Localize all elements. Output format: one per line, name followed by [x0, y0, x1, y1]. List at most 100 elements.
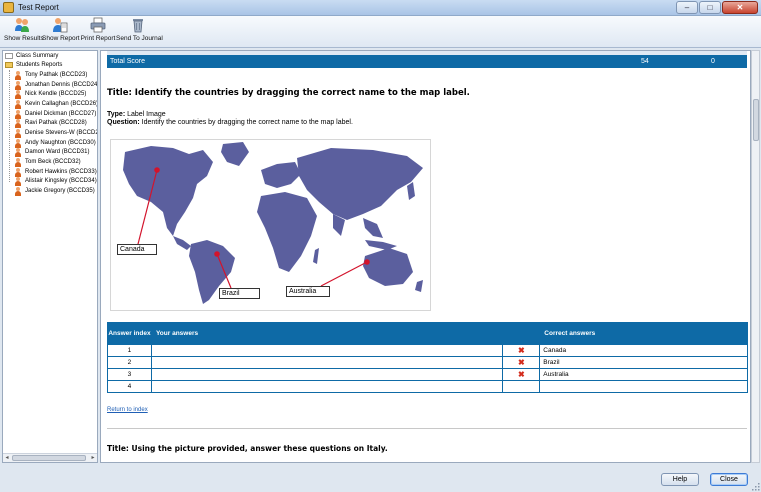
title-bar: Test Report – □ ✕ — [0, 0, 761, 16]
student-icon — [14, 139, 21, 148]
student-icon — [14, 71, 21, 80]
student-name: Andy Naughton (BCCD30) — [25, 140, 96, 146]
total-score-value: 54 — [641, 58, 649, 65]
your-answer — [150, 368, 504, 381]
scroll-right-icon[interactable]: ▸ — [89, 454, 97, 462]
question-text: Question: Identify the countries by drag… — [107, 119, 353, 126]
answers-header-row: Answer index Your answers Correct answer… — [107, 322, 748, 345]
correct-answer: Australia — [539, 368, 748, 381]
world-map-image: Canada Brazil Australia — [110, 139, 431, 311]
answers-table: Answer index Your answers Correct answer… — [107, 322, 748, 393]
report-pane: Total Score 54 0 Title: Identify the cou… — [100, 50, 751, 463]
help-button[interactable]: Help — [661, 473, 699, 486]
print-report-button[interactable]: Print Report — [80, 17, 116, 47]
send-to-journal-label: Send To Journal — [116, 35, 163, 42]
student-icon — [14, 110, 21, 119]
show-report-label: Show Report — [42, 35, 80, 42]
your-answer — [150, 356, 504, 369]
window-title: Test Report — [18, 3, 59, 12]
student-icon — [14, 129, 21, 138]
wrong-x-icon: ✖ — [502, 344, 541, 357]
student-icon — [14, 100, 21, 109]
student-icon — [14, 177, 21, 186]
correct-answer: Brazil — [539, 356, 748, 369]
total-score-second: 0 — [711, 58, 715, 65]
report-vertical-scrollbar[interactable] — [751, 50, 760, 463]
wrong-x-icon: ✖ — [502, 368, 541, 381]
total-score-label: Total Score — [110, 58, 146, 65]
student-icon — [14, 119, 21, 128]
student-name: Kevin Callaghan (BCCD26) — [25, 101, 98, 107]
mark-cell — [502, 380, 541, 393]
total-score-row: Total Score 54 0 — [107, 56, 747, 68]
app-icon — [3, 2, 14, 13]
toolbar: Show Results Show Report Print Report Se… — [0, 16, 761, 48]
map-label-canada[interactable]: Canada — [117, 244, 157, 255]
student-name: Daniel Dickman (BCCD27) — [25, 111, 97, 117]
header-your-answers: Your answers — [150, 322, 504, 345]
type-value: Label Image — [127, 111, 166, 118]
close-window-button[interactable]: ✕ — [722, 1, 758, 14]
document-icon — [5, 53, 13, 59]
folder-icon — [5, 62, 13, 68]
resize-grip-icon[interactable] — [752, 483, 760, 491]
show-report-button[interactable]: Show Report — [42, 17, 80, 47]
section-divider — [107, 428, 747, 429]
student-icon — [14, 81, 21, 90]
send-to-journal-button[interactable]: Send To Journal — [116, 17, 163, 47]
return-to-index-link[interactable]: Return to index — [107, 407, 148, 413]
student-name: Damon Ward (BCCD31) — [25, 149, 90, 155]
student-name: Nick Kendle (BCCD25) — [25, 91, 87, 97]
student-name: Denise Stevens-W (BCCD29) — [25, 130, 98, 136]
your-answer — [150, 380, 504, 393]
answer-index: 3 — [107, 368, 152, 381]
scrollbar-thumb[interactable] — [12, 455, 86, 461]
your-answer — [150, 344, 504, 357]
show-report-icon — [52, 17, 68, 33]
student-icon — [14, 187, 21, 196]
header-correct-answers: Correct answers — [539, 322, 748, 345]
close-button[interactable]: Close — [710, 473, 748, 486]
student-name: Tony Pathak (BCCD23) — [25, 72, 88, 78]
printer-icon — [90, 17, 106, 33]
table-row: 3 ✖ Australia — [107, 368, 748, 381]
question-value: Identify the countries by dragging the c… — [141, 119, 353, 126]
scrollbar-thumb[interactable] — [753, 99, 759, 141]
correct-answer: Canada — [539, 344, 748, 357]
student-name: Robert Hawkins (BCCD33) — [25, 169, 97, 175]
student-icon — [14, 90, 21, 99]
student-name: Tom Beck (BCCD32) — [25, 159, 81, 165]
tree-item-label: Students Reports — [16, 62, 63, 68]
header-answer-index: Answer index — [107, 322, 152, 345]
print-report-label: Print Report — [80, 35, 116, 42]
correct-answer — [539, 380, 748, 393]
students-tree: Class Summary Students Reports Tony Path… — [2, 50, 98, 463]
student-name: Jonathan Dennis (BCCD24) — [25, 82, 98, 88]
question-type: Type: Label Image — [107, 111, 166, 118]
wrong-x-icon: ✖ — [502, 356, 541, 369]
student-icon — [14, 148, 21, 157]
map-label-australia[interactable]: Australia — [286, 286, 330, 297]
student-name: Jackie Gregory (BCCD35) — [25, 188, 95, 194]
show-results-button[interactable]: Show Results — [4, 17, 44, 47]
tree-connector — [9, 70, 10, 182]
question-2-title: Title: Using the picture provided, answe… — [107, 444, 388, 453]
answer-index: 4 — [107, 380, 152, 393]
scroll-left-icon[interactable]: ◂ — [3, 454, 11, 462]
student-icon — [14, 158, 21, 167]
world-map — [123, 142, 423, 304]
answer-index: 1 — [107, 344, 152, 357]
student-icon — [14, 168, 21, 177]
student-name: Alistair Kingsley (BCCD34) — [25, 178, 97, 184]
show-results-label: Show Results — [4, 35, 44, 42]
student-name: Ravi Pathak (BCCD28) — [25, 120, 87, 126]
map-label-brazil[interactable]: Brazil — [219, 288, 260, 299]
show-results-icon — [14, 17, 30, 33]
maximize-button[interactable]: □ — [699, 1, 721, 14]
journal-bin-icon — [130, 17, 146, 33]
minimize-button[interactable]: – — [676, 1, 698, 14]
type-label: Type: — [107, 111, 126, 118]
sidebar-horizontal-scrollbar[interactable]: ◂ ▸ — [3, 453, 97, 462]
question-label: Question: — [107, 119, 140, 126]
table-row: 4 — [107, 380, 748, 393]
